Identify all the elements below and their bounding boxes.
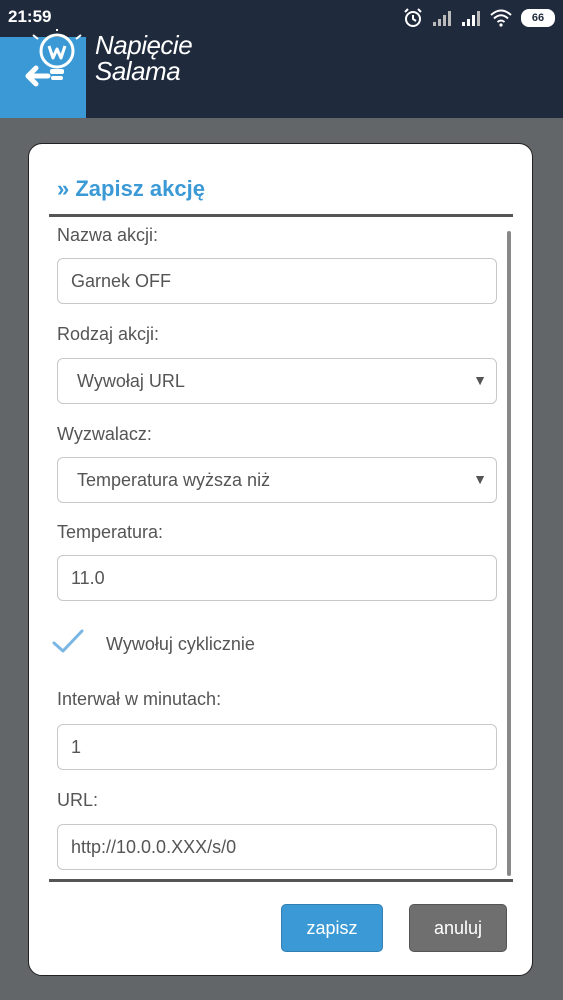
temperature-value: 11.0 (71, 567, 105, 588)
interval-label: Interwał w minutach: (57, 689, 222, 709)
form-area[interactable]: Nazwa akcji: Garnek OFF Rodzaj akcji: Wy… (49, 214, 513, 882)
signal-icon (433, 11, 451, 26)
url-label: URL: (57, 790, 99, 810)
temperature-input[interactable]: 11.0 (57, 555, 497, 601)
logo-line1: Napięcie (95, 30, 193, 60)
interval-value: 1 (71, 736, 82, 757)
wifi-icon (490, 9, 512, 27)
app-header: 21:59 66 Napięcie Salama (0, 0, 563, 118)
trigger-label: Wyzwalacz: (57, 424, 152, 444)
signal-icon (462, 11, 480, 26)
trigger-select[interactable]: Temperatura wyższa niż ▼ (57, 457, 497, 503)
status-icons: 66 (403, 6, 555, 30)
url-input[interactable]: http://10.0.0.XXX/s/0 (57, 824, 497, 870)
lightbulb-icon (32, 29, 82, 80)
alarm-icon (404, 8, 422, 27)
dropdown-arrow-icon: ▼ (473, 372, 487, 388)
temperature-label: Temperatura: (57, 522, 164, 542)
checkmark-icon[interactable] (51, 628, 85, 656)
status-time: 21:59 (8, 7, 52, 26)
action-type-value: Wywołaj URL (77, 370, 185, 391)
interval-input[interactable]: 1 (57, 724, 497, 770)
dropdown-arrow-icon: ▼ (473, 471, 487, 487)
cancel-button[interactable]: anuluj (409, 904, 507, 952)
url-value: http://10.0.0.XXX/s/0 (71, 836, 237, 857)
name-value: Garnek OFF (71, 270, 172, 291)
battery-level: 66 (531, 11, 545, 24)
cyclic-checkbox-row[interactable]: Wywołuj cyklicznie (49, 622, 489, 662)
action-type-label: Rodzaj akcji: (57, 324, 160, 344)
trigger-value: Temperatura wyższa niż (77, 469, 271, 490)
save-action-dialog: » Zapisz akcję Nazwa akcji: Garnek OFF R… (28, 143, 533, 976)
cyclic-label: Wywołuj cyklicznie (106, 634, 255, 654)
scrollbar[interactable] (507, 231, 511, 876)
logo-line2: Salama (95, 56, 181, 86)
app-logo: Napięcie Salama (30, 29, 210, 93)
save-button[interactable]: zapisz (281, 904, 383, 952)
action-type-select[interactable]: Wywołaj URL ▼ (57, 358, 497, 404)
dialog-title: » Zapisz akcję (57, 176, 205, 201)
name-label: Nazwa akcji: (57, 225, 159, 245)
battery-icon: 66 (521, 9, 555, 27)
name-input[interactable]: Garnek OFF (57, 258, 497, 304)
logo-text: Napięcie Salama (95, 30, 193, 86)
